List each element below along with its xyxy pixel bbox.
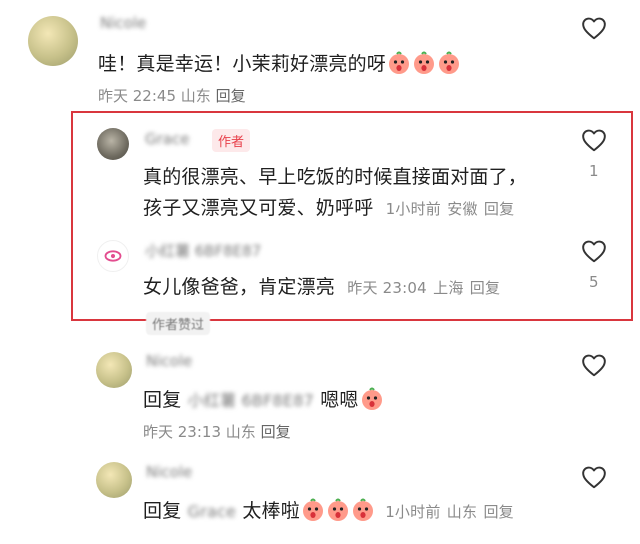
reply-link[interactable]: 回复 [484,200,514,218]
reply-link[interactable]: 回复 [261,423,291,441]
username[interactable]: Nicole [146,463,192,481]
reply-body: 嗯嗯 [320,389,359,411]
like-count: 5 [589,273,599,291]
emoji-icon [351,498,375,522]
reply-link[interactable]: 回复 [470,279,500,297]
username[interactable]: Nicole [100,14,146,32]
reply-location: 山东 [446,503,478,521]
username[interactable]: Grace [145,130,189,148]
emoji-icon [326,498,350,522]
app-logo-icon [104,250,122,262]
reply-text-line1: 真的很漂亮、早上吃饭的时候直接面对面了， [143,166,528,188]
username[interactable]: 小红薯 6BF8E87 [145,240,261,261]
comment-time: 昨天 22:45 [98,87,176,105]
reply-body: 女儿像爸爸，肯定漂亮 [143,276,336,298]
mention-link[interactable]: 小红薯 6BF8E87 [188,391,314,410]
reply-text: 女儿像爸爸，肯定漂亮 昨天 23:04 上海 回复 [143,272,500,299]
reply-prefix: 回复 [143,500,182,522]
comment-meta: 昨天 22:45 山东 回复 [98,85,246,106]
like-heart-icon[interactable] [581,353,607,377]
reply-location: 安徽 [447,200,478,218]
reply-prefix: 回复 [143,389,182,411]
emoji-icon [437,51,461,75]
emoji-icon [301,498,325,522]
author-liked-badge: 作者赞过 [146,312,211,335]
avatar[interactable] [97,128,129,160]
author-badge: 作者 [212,129,251,152]
comment-text: 哇！真是幸运！小茉莉好漂亮的呀 [98,49,461,76]
reply-link[interactable]: 回复 [216,87,246,105]
reply-body: 孩子又漂亮又可爱、奶呼呼 [143,197,374,219]
reply-time: 昨天 23:04 [347,279,427,297]
emoji-icon [387,51,411,75]
avatar[interactable] [97,240,129,272]
avatar[interactable] [28,16,78,66]
avatar[interactable] [96,352,132,388]
reply-text: 回复 Grace 太棒啦 1小时前 山东 回复 [143,496,514,523]
avatar[interactable] [96,462,132,498]
reply-text-line2: 孩子又漂亮又可爱、奶呼呼 1小时前 安徽 回复 [143,193,514,220]
comment-location: 山东 [180,87,211,105]
like-heart-icon[interactable] [581,128,607,152]
reply-body: 太棒啦 [242,500,300,522]
reply-location: 上海 [433,279,464,297]
like-heart-icon[interactable] [581,239,607,263]
reply-link[interactable]: 回复 [483,503,513,521]
username[interactable]: Nicole [146,352,192,370]
like-heart-icon[interactable] [581,16,607,40]
like-heart-icon[interactable] [581,465,607,489]
emoji-icon [412,51,436,75]
mention-link[interactable]: Grace [188,502,236,521]
reply-time: 昨天 23:13 [143,423,221,441]
emoji-icon [360,387,384,411]
like-count: 1 [589,162,599,180]
reply-location: 山东 [225,423,256,441]
reply-meta: 昨天 23:13 山东 回复 [143,421,291,442]
reply-time: 1小时前 [385,503,441,521]
reply-text: 回复 小红薯 6BF8E87 嗯嗯 [143,385,384,412]
reply-time: 1小时前 [385,200,442,218]
comment-body: 哇！真是幸运！小茉莉好漂亮的呀 [98,53,387,75]
